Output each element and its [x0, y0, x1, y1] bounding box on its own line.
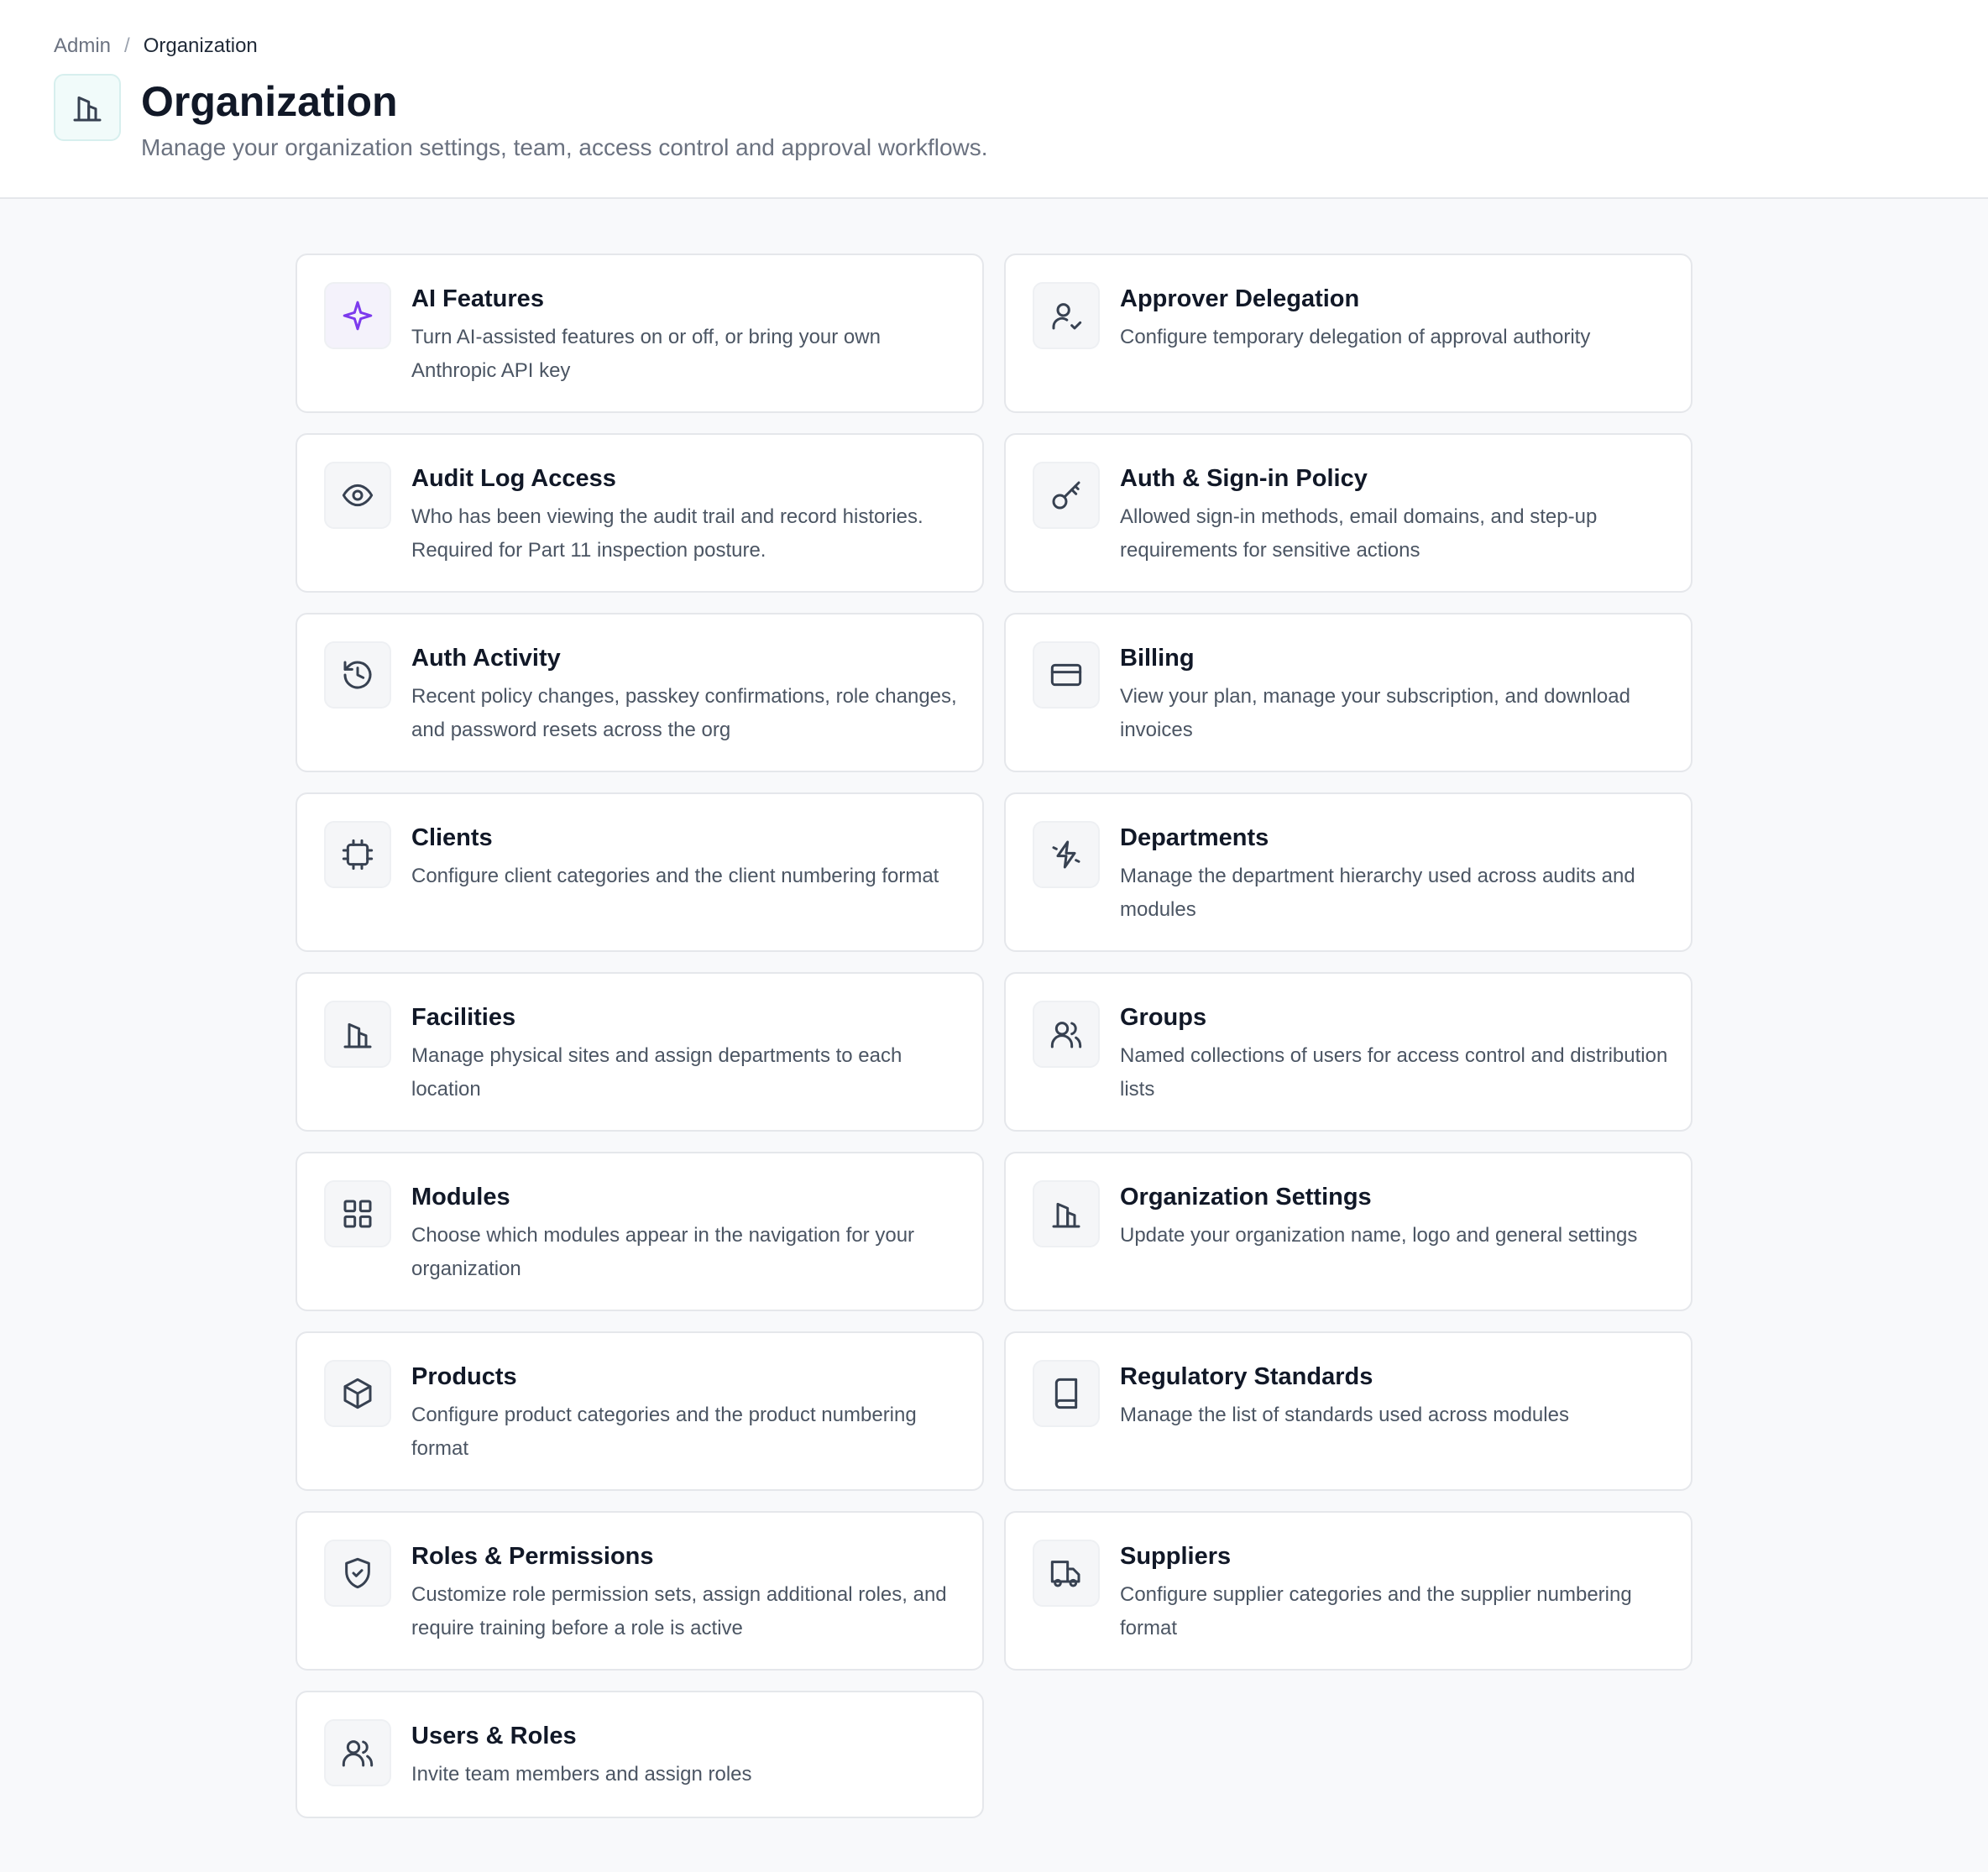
card-title: Suppliers [1120, 1543, 1232, 1570]
card-description: Allowed sign-in methods, email domains, … [1120, 505, 1598, 562]
card-title: Roles & Permissions [411, 1543, 654, 1570]
credit-card-icon [1033, 641, 1100, 709]
card-description: Choose which modules appear in the navig… [411, 1224, 915, 1280]
eye-icon [324, 462, 391, 529]
card-billing[interactable]: Billing View your plan, manage your subs… [1004, 613, 1692, 772]
card-clients[interactable]: Clients Configure client categories and … [296, 792, 984, 952]
truck-icon [1033, 1540, 1100, 1607]
box-icon [324, 1360, 391, 1427]
card-roles-permissions[interactable]: Roles & Permissions Customize role permi… [296, 1511, 984, 1671]
building-icon [324, 1001, 391, 1068]
page-title: Organization [141, 78, 398, 125]
card-ai-features[interactable]: AI Features Turn AI-assisted features on… [296, 254, 984, 413]
card-title: Products [411, 1363, 517, 1390]
card-description: Invite team members and assign roles [411, 1763, 752, 1786]
card-products[interactable]: Products Configure product categories an… [296, 1331, 984, 1491]
card-title: Users & Roles [411, 1723, 577, 1749]
card-title: Organization Settings [1120, 1184, 1372, 1211]
card-regulatory-standards[interactable]: Regulatory Standards Manage the list of … [1004, 1331, 1692, 1491]
building-icon [54, 74, 121, 141]
card-description: Configure client categories and the clie… [411, 865, 939, 887]
history-icon [324, 641, 391, 709]
card-title: Billing [1120, 645, 1195, 672]
breadcrumb-admin-link[interactable]: Admin [54, 34, 111, 59]
card-description: Recent policy changes, passkey confirmat… [411, 685, 957, 741]
card-groups[interactable]: Groups Named collections of users for ac… [1004, 972, 1692, 1132]
card-description: Customize role permission sets, assign a… [411, 1583, 947, 1639]
sparkle-icon [324, 282, 391, 349]
building-icon [1033, 1180, 1100, 1247]
card-description: Manage the department hierarchy used acr… [1120, 865, 1635, 921]
card-suppliers[interactable]: Suppliers Configure supplier categories … [1004, 1511, 1692, 1671]
card-auth-activity[interactable]: Auth Activity Recent policy changes, pas… [296, 613, 984, 772]
card-title: AI Features [411, 285, 544, 312]
page-header: Admin / Organization Organization Manage… [0, 0, 1988, 199]
breadcrumb-separator: / [124, 34, 130, 57]
card-description: Configure temporary delegation of approv… [1120, 326, 1591, 348]
card-description: Update your organization name, logo and … [1120, 1224, 1638, 1247]
card-title: Regulatory Standards [1120, 1363, 1373, 1390]
card-title: Auth Activity [411, 645, 561, 672]
card-title: Audit Log Access [411, 465, 616, 492]
card-description: Who has been viewing the audit trail and… [411, 505, 923, 562]
card-users-roles[interactable]: Users & Roles Invite team members and as… [296, 1691, 984, 1818]
card-audit-log-access[interactable]: Audit Log Access Who has been viewing th… [296, 433, 984, 593]
card-description: Configure product categories and the pro… [411, 1404, 917, 1460]
user-check-icon [1033, 282, 1100, 349]
card-description: Named collections of users for access co… [1120, 1044, 1668, 1101]
card-title: Departments [1120, 824, 1269, 851]
shield-check-icon [324, 1540, 391, 1607]
book-icon [1033, 1360, 1100, 1427]
card-modules[interactable]: Modules Choose which modules appear in t… [296, 1152, 984, 1311]
card-description: Configure supplier categories and the su… [1120, 1583, 1632, 1639]
page-subtitle: Manage your organization settings, team,… [141, 134, 988, 160]
card-title: Groups [1120, 1004, 1207, 1031]
card-title: Auth & Sign-in Policy [1120, 465, 1368, 492]
chip-icon [324, 821, 391, 888]
grid-icon [324, 1180, 391, 1247]
breadcrumb-current: Organization [143, 34, 258, 57]
zap-icon [1033, 821, 1100, 888]
card-auth-sign-in-policy[interactable]: Auth & Sign-in Policy Allowed sign-in me… [1004, 433, 1692, 593]
card-description: Manage the list of standards used across… [1120, 1404, 1569, 1426]
users-icon [324, 1719, 391, 1786]
card-departments[interactable]: Departments Manage the department hierar… [1004, 792, 1692, 952]
breadcrumb: Admin / Organization [54, 34, 258, 59]
card-approver-delegation[interactable]: Approver Delegation Configure temporary … [1004, 254, 1692, 413]
card-description: Manage physical sites and assign departm… [411, 1044, 902, 1101]
card-title: Approver Delegation [1120, 285, 1360, 312]
card-description: Turn AI-assisted features on or off, or … [411, 326, 881, 382]
card-description: View your plan, manage your subscription… [1120, 685, 1630, 741]
card-title: Clients [411, 824, 493, 851]
key-icon [1033, 462, 1100, 529]
card-facilities[interactable]: Facilities Manage physical sites and ass… [296, 972, 984, 1132]
card-organization-settings[interactable]: Organization Settings Update your organi… [1004, 1152, 1692, 1311]
card-title: Facilities [411, 1004, 516, 1031]
users-icon [1033, 1001, 1100, 1068]
settings-grid: AI Features Turn AI-assisted features on… [296, 254, 1692, 1818]
card-title: Modules [411, 1184, 510, 1211]
